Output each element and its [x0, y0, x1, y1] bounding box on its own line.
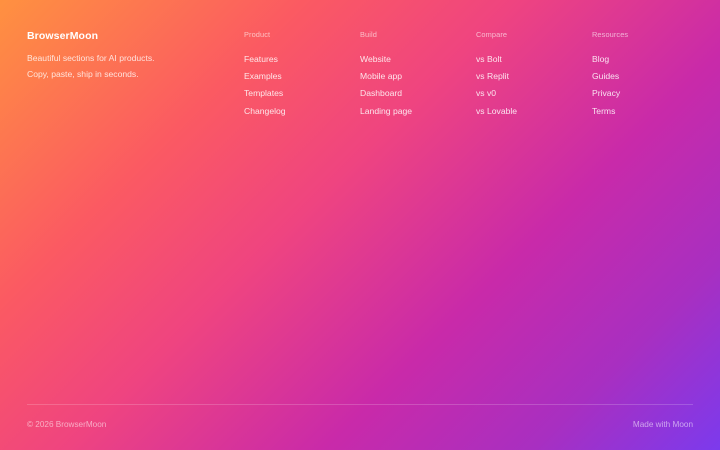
footer-link-mobile-app[interactable]: Mobile app — [360, 71, 402, 81]
column-heading-resources: Resources — [592, 30, 629, 39]
footer-column-build: Build Website Mobile app Dashboard Landi… — [360, 30, 460, 118]
footer-link-vs-lovable[interactable]: vs Lovable — [476, 106, 517, 116]
column-heading-compare: Compare — [476, 30, 508, 39]
made-with-link[interactable]: Made with Moon — [633, 420, 693, 429]
footer-link-terms[interactable]: Terms — [592, 106, 615, 116]
footer-link-guides[interactable]: Guides — [592, 71, 619, 81]
copyright-text: © 2026 BrowserMoon — [27, 420, 107, 429]
brand-name[interactable]: BrowserMoon — [27, 30, 217, 42]
footer-link-privacy[interactable]: Privacy — [592, 88, 620, 98]
footer-column-compare: Compare vs Bolt vs Replit vs v0 vs Lovab… — [476, 30, 576, 118]
column-heading-product: Product — [244, 30, 271, 39]
footer-link-features[interactable]: Features — [244, 54, 278, 64]
footer-link-examples[interactable]: Examples — [244, 71, 282, 81]
footer-link-blog[interactable]: Blog — [592, 54, 609, 64]
brand-tagline: Beautiful sections for AI products. Copy… — [27, 53, 155, 79]
brand-block: BrowserMoon Beautiful sections for AI pr… — [27, 30, 217, 82]
footer-link-website[interactable]: Website — [360, 54, 391, 64]
footer-link-dashboard[interactable]: Dashboard — [360, 88, 402, 98]
footer-link-vs-replit[interactable]: vs Replit — [476, 71, 509, 81]
footer-column-product: Product Features Examples Templates Chan… — [244, 30, 344, 118]
footer-link-landing-page[interactable]: Landing page — [360, 106, 412, 116]
footer-column-resources: Resources Blog Guides Privacy Terms — [592, 30, 692, 118]
footer-link-changelog[interactable]: Changelog — [244, 106, 286, 116]
footer-link-vs-v0[interactable]: vs v0 — [476, 88, 496, 98]
footer-link-templates[interactable]: Templates — [244, 88, 283, 98]
footer-divider — [27, 404, 693, 405]
footer-link-vs-bolt[interactable]: vs Bolt — [476, 54, 502, 64]
site-footer: BrowserMoon Beautiful sections for AI pr… — [0, 0, 720, 450]
column-heading-build: Build — [360, 30, 377, 39]
